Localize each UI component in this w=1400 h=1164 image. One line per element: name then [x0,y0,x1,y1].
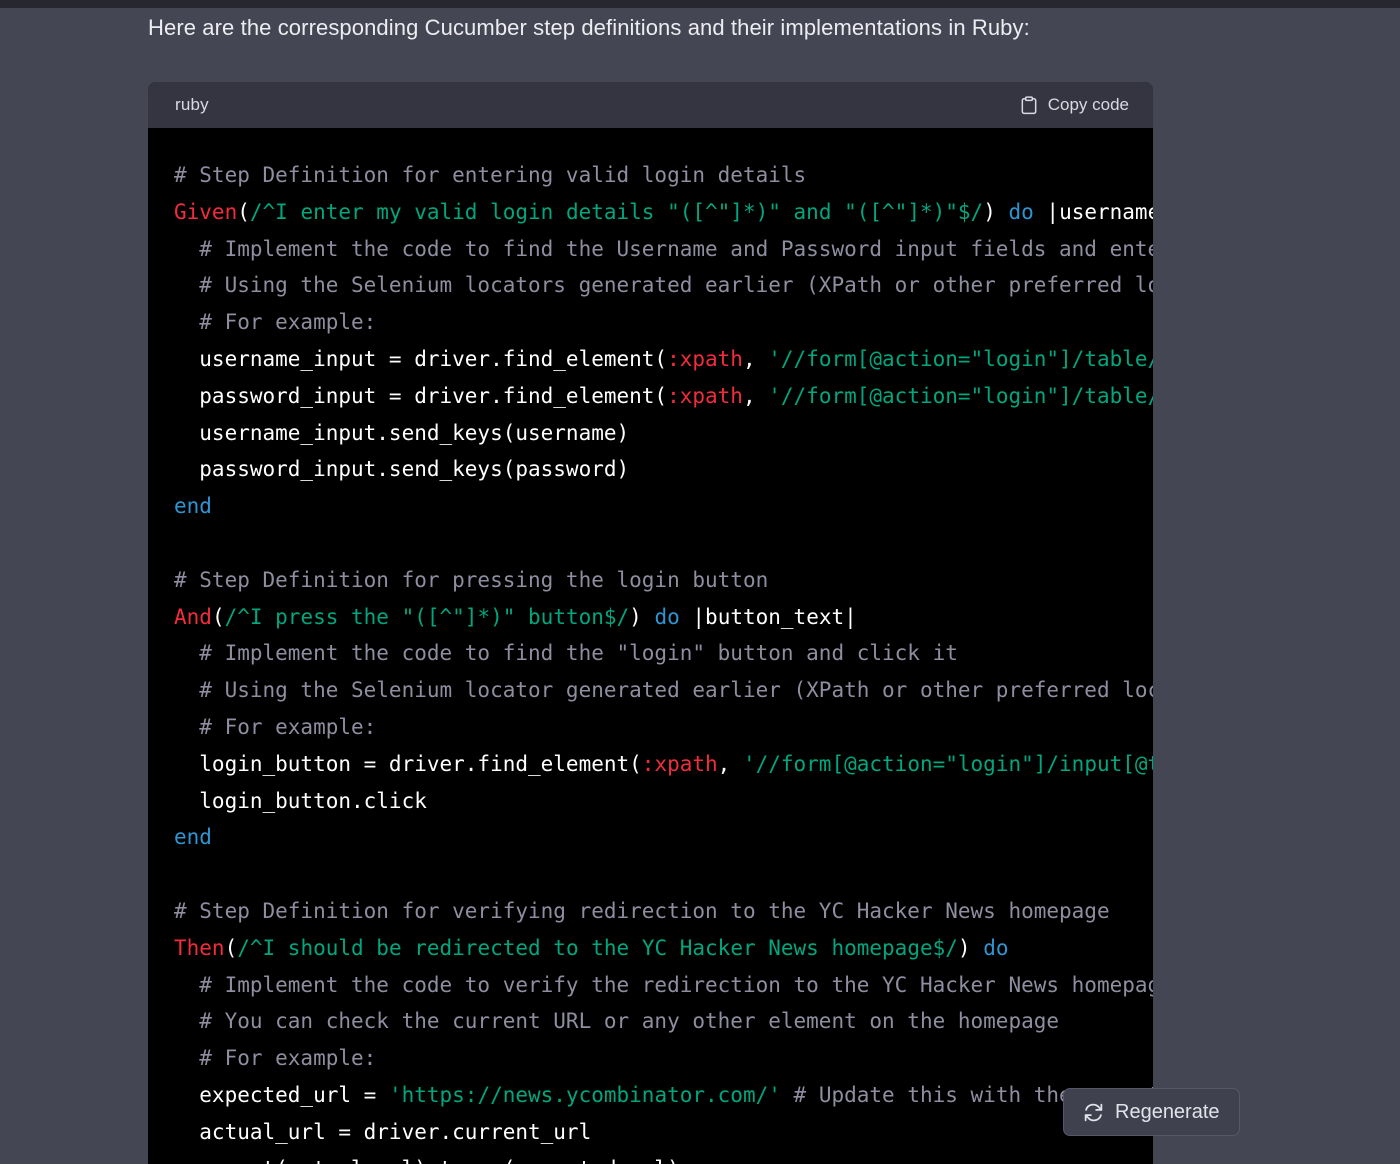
regenerate-label: Regenerate [1115,1100,1220,1123]
chat-page: Here are the corresponding Cucumber step… [0,0,1400,1164]
code-line: # Implement the code to find the "login"… [174,641,958,666]
code-line: end [174,494,212,519]
code-line: # Using the Selenium locators generated … [174,273,1153,298]
code-content: # Step Definition for entering valid log… [148,128,1153,1164]
code-line: # Step Definition for entering valid log… [174,163,807,187]
code-line: # Step Definition for verifying redirect… [174,898,1110,923]
regenerate-icon [1083,1102,1104,1123]
code-line: # For example: [174,310,377,335]
code-block: ruby Copy code # Step Definition for ent… [148,82,1153,1164]
code-line: username_input = driver.find_element(:xp… [174,346,1153,371]
code-line: Given(/^I enter my valid login details "… [174,199,1153,224]
code-line: # For example: [174,1046,377,1071]
code-line: actual_url = driver.current_url [174,1119,592,1144]
window-top-edge [0,0,1400,8]
code-line: username_input.send_keys(username) [174,420,630,445]
assistant-message-text: Here are the corresponding Cucumber step… [148,15,1030,40]
code-line: expected_url = 'https://news.ycombinator… [174,1082,1153,1107]
code-line: # Implement the code to verify the redir… [174,972,1153,997]
code-line: # Implement the code to find the Usernam… [199,236,1153,261]
code-language-label: ruby [175,95,209,114]
code-line: # Using the Selenium locator generated e… [174,678,1153,703]
code-line: password_input = driver.find_element(:xp… [174,383,1153,408]
code-line: # For example: [174,714,377,739]
code-line: Then(/^I should be redirected to the YC … [174,935,1009,960]
code-line: password_input.send_keys(password) [174,457,630,482]
code-line: And(/^I press the "([^"]*)" button$/) do… [174,604,857,629]
code-line: expect(actual_url).to eq(expected_url) [174,1151,1153,1164]
assistant-message: Here are the corresponding Cucumber step… [148,13,1153,1164]
copy-code-button[interactable]: Copy code [1019,94,1129,116]
code-line: # You can check the current URL or any o… [174,1009,1060,1034]
copy-code-label: Copy code [1047,95,1129,114]
code-line: login_button.click [174,788,427,813]
code-line: end [174,825,212,850]
code-line: login_button = driver.find_element(:xpat… [174,751,1153,776]
clipboard-icon [1019,94,1039,116]
regenerate-button[interactable]: Regenerate [1063,1088,1240,1136]
code-block-header: ruby Copy code [148,82,1153,128]
code-line: # Step Definition for pressing the login… [174,567,769,592]
